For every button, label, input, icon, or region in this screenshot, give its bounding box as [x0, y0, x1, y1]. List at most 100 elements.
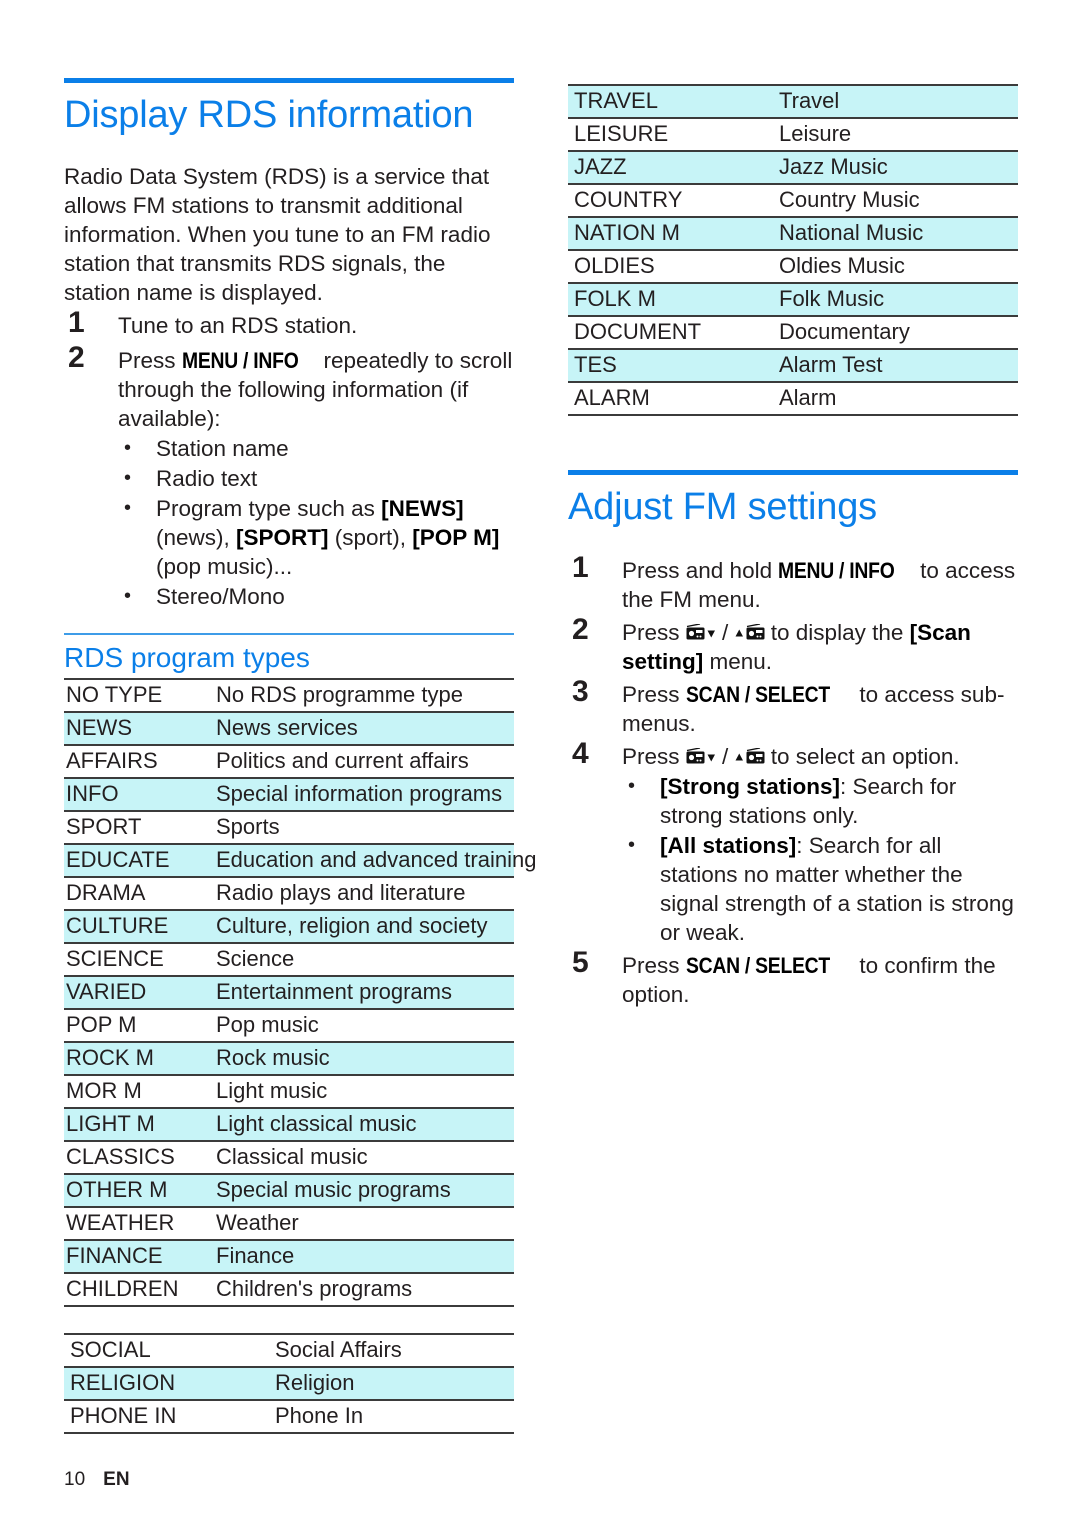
table-cell-description: Oldies Music [773, 249, 1018, 284]
table-cell-description: Children's programs [214, 1272, 514, 1308]
table-cell-code: INFO [64, 777, 214, 813]
table-row: ROCK M Rock music [64, 1041, 514, 1077]
table-row: SOCIAL Social Affairs [64, 1333, 514, 1369]
step-number: 4 [572, 736, 589, 770]
all-stations-option-tag: [All stations] [660, 832, 797, 858]
page-title: Display RDS information [64, 94, 474, 136]
table-row: OLDIES Oldies Music [568, 249, 1018, 284]
list-item: • Station name [118, 434, 514, 463]
subsection-title: RDS program types [64, 641, 310, 673]
table-row: POP M Pop music [64, 1008, 514, 1044]
table-cell-description: Alarm [773, 381, 1018, 416]
step-text-pre: Press [622, 619, 686, 645]
list-item: • Program type such as [NEWS] (news), [S… [118, 494, 514, 581]
table-cell-description: Science [214, 942, 514, 978]
strong-stations-option-tag: [Strong stations] [660, 773, 840, 799]
bullet-dot: • [124, 466, 132, 489]
left-column: Display RDS information Radio Data Syste… [64, 78, 536, 1435]
table-cell-description: Politics and current affairs [214, 744, 514, 780]
table-cell-description: Social Affairs [269, 1333, 514, 1369]
table-row: NO TYPE No RDS programme type [64, 678, 514, 714]
table-cell-code: FOLK M [568, 282, 773, 317]
step-item-4: 4 Press / to select an option. • [Strong… [568, 736, 1018, 947]
table-row: EDUCATE Education and advanced training [64, 843, 536, 879]
table-cell-code: OTHER M [64, 1173, 214, 1209]
rds-table-body-3: TRAVEL Travel LEISURE Leisure JAZZ Jazz Music… [568, 84, 1018, 416]
table-cell-code: ROCK M [64, 1041, 214, 1077]
list-item-label-seg3: (sport), [328, 524, 413, 550]
scan-select-button-label: SCAN / SELECT [685, 952, 830, 978]
bullet-dot: • [124, 584, 132, 607]
table-cell-code: VARIED [64, 975, 214, 1011]
table-spacer [64, 1307, 514, 1333]
table-row: INFO Special information programs [64, 777, 514, 813]
program-type-tag-news: [NEWS] [381, 495, 464, 521]
table-row: LEISURE Leisure [568, 117, 1018, 152]
table-cell-code: LEISURE [568, 117, 773, 152]
table-cell-description: Pop music [214, 1008, 514, 1044]
bullet-dot: • [628, 774, 636, 797]
step-text-pre: Press and hold [622, 557, 779, 583]
table-cell-code: CLASSICS [64, 1140, 214, 1176]
scan-select-button-label: SCAN / SELECT [685, 681, 830, 707]
table-cell-code: CHILDREN [64, 1272, 214, 1308]
step-text-pre: Press [118, 347, 182, 373]
table-row: SPORT Sports [64, 810, 514, 846]
table-cell-description: Special music programs [214, 1173, 514, 1209]
table-cell-code: SCIENCE [64, 942, 214, 978]
step-item-2: 2 Press / to display the [Scan setting] … [568, 614, 1018, 676]
table-cell-description: Education and advanced training [214, 843, 536, 879]
rds-table-body-2: SOCIAL Social Affairs RELIGION Religion PHON… [64, 1333, 514, 1435]
table-row: TES Alarm Test [568, 348, 1018, 383]
step-text-pre: Press [622, 681, 686, 707]
table-cell-description: News services [214, 711, 514, 747]
section-rule-top [568, 470, 1018, 475]
table-cell-description: Sports [214, 810, 514, 846]
table-cell-code: DOCUMENT [568, 315, 773, 350]
program-type-tag-sport: [SPORT] [236, 524, 329, 550]
list-item-label: Radio text [156, 465, 258, 491]
table-cell-code: OLDIES [568, 249, 773, 284]
list-item-label: Station name [156, 435, 289, 461]
table-cell-code: DRAMA [64, 876, 214, 912]
list-item: • [Strong stations]: Search for strong s… [622, 772, 1018, 830]
bullet-dot: • [124, 496, 132, 519]
table-row: NEWS News services [64, 711, 514, 747]
table-cell-description: Folk Music [773, 282, 1018, 317]
list-item-label-seg2: (news), [156, 524, 237, 550]
list-item-label-seg4: (pop music)... [156, 553, 293, 579]
table-cell-description: Light music [214, 1074, 514, 1110]
table-row: LIGHT M Light classical music [64, 1107, 514, 1143]
table-cell-code: TES [568, 348, 773, 383]
step-number: 1 [572, 550, 589, 584]
rds-table-body-1: NO TYPE No RDS programme type NEWS News ser… [64, 678, 536, 1308]
table-row: DRAMA Radio plays and literature [64, 876, 514, 912]
table-row: WEATHER Weather [64, 1206, 514, 1242]
table-cell-code: JAZZ [568, 150, 773, 185]
table-cell-code: WEATHER [64, 1206, 214, 1242]
step-item-2: 2 Press MENU / INFO repeatedly to scroll… [64, 342, 514, 611]
table-cell-description: Classical music [214, 1140, 514, 1176]
step-item-1: 1 Tune to an RDS station. [64, 307, 514, 340]
table-cell-description: Religion [269, 1366, 514, 1402]
language-code: EN [103, 1469, 130, 1490]
table-cell-code: SOCIAL [64, 1333, 269, 1369]
menu-info-button-label: MENU / INFO [181, 347, 299, 373]
table-row: FINANCE Finance [64, 1239, 514, 1275]
table-cell-code: EDUCATE [64, 843, 214, 879]
table-row: JAZZ Jazz Music [568, 150, 1018, 185]
step-text-pre: Press [622, 743, 686, 769]
step-text-mid: to display the [764, 619, 910, 645]
table-cell-description: Country Music [773, 183, 1018, 218]
table-cell-code: NO TYPE [64, 678, 214, 714]
rds-program-types-table-continued: SOCIAL Social Affairs RELIGION Religion PHON… [64, 1333, 514, 1435]
table-cell-description: Rock music [214, 1041, 514, 1077]
table-cell-description: Jazz Music [773, 150, 1018, 185]
table-cell-description: Special information programs [214, 777, 514, 813]
tuner-up-icon [735, 623, 765, 643]
table-cell-code: PHONE IN [64, 1399, 269, 1435]
step-text-pre: Press [622, 952, 686, 978]
program-type-tag-popm: [POP M] [412, 524, 500, 550]
tuner-down-icon [686, 623, 716, 643]
table-cell-description: No RDS programme type [214, 678, 514, 714]
